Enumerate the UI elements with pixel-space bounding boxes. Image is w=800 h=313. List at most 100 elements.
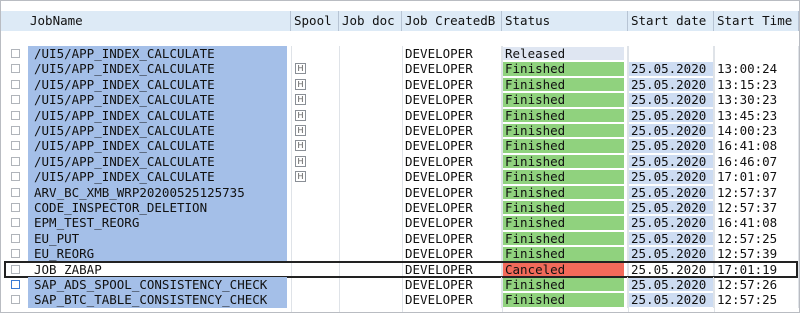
row-select-checkbox[interactable] xyxy=(11,187,20,197)
jobname-cell[interactable]: /UI5/APP_INDEX_CALCULATE xyxy=(34,77,215,93)
row-select-checkbox[interactable] xyxy=(11,49,20,58)
start-time-cell: 13:45:23 xyxy=(714,107,799,123)
row-select-checkbox[interactable] xyxy=(11,172,20,182)
jobname-cell[interactable]: /UI5/APP_INDEX_CALCULATE xyxy=(34,154,215,170)
table-row[interactable]: /UI5/APP_INDEX_CALCULATE H DEVELOPER Finish… xyxy=(1,123,799,139)
created-by-cell: DEVELOPER xyxy=(402,230,502,247)
spool-list-icon[interactable]: H xyxy=(295,94,306,106)
spool-list-icon[interactable]: H xyxy=(295,171,306,183)
start-date-cell: 25.05.2020 xyxy=(628,138,714,154)
table-row[interactable]: /UI5/APP_INDEX_CALCULATE DEVELOPER Release… xyxy=(1,46,799,62)
table-row[interactable]: /UI5/APP_INDEX_CALCULATE H DEVELOPER Finish… xyxy=(1,76,799,93)
column-header-start-time[interactable]: Start Time xyxy=(714,11,799,31)
start-time-cell: 12:57:39 xyxy=(714,246,799,262)
row-select-checkbox[interactable] xyxy=(11,233,20,243)
row-select-checkbox[interactable] xyxy=(11,64,20,74)
jobname-cell[interactable]: CODE_INSPECTOR_DELETION xyxy=(34,200,207,216)
row-select-checkbox[interactable] xyxy=(11,79,20,89)
column-header-start-date[interactable]: Start date xyxy=(628,11,714,31)
table-row[interactable]: EU_REORG DEVELOPER Finished 25.05.2020 12:57… xyxy=(1,246,799,262)
table-row[interactable]: SAP_BTC_TABLE_CONSISTENCY_CHECK DEVELOPER… xyxy=(1,292,799,308)
jobname-cell[interactable]: /UI5/APP_INDEX_CALCULATE xyxy=(34,123,215,139)
row-select-checkbox[interactable] xyxy=(11,156,20,166)
jobname-cell[interactable]: /UI5/APP_INDEX_CALCULATE xyxy=(34,46,215,62)
created-by-cell: DEVELOPER xyxy=(402,61,502,77)
start-date-cell: 25.05.2020 xyxy=(628,107,714,123)
row-select-checkbox[interactable] xyxy=(11,295,20,305)
job-overview-grid: JobName Spool Job doc Job CreatedB Statu… xyxy=(0,0,800,313)
table-row[interactable]: ARV_BC_XMB_WRP20200525125735 DEVELOPER Fin… xyxy=(1,184,799,201)
start-date-cell: 25.05.2020 xyxy=(628,200,714,216)
start-date-cell: 25.05.2020 xyxy=(628,76,714,93)
start-time-cell: 16:41:08 xyxy=(714,215,799,231)
jobname-cell[interactable]: ARV_BC_XMB_WRP20200525125735 xyxy=(34,185,245,201)
jobname-cell[interactable]: SAP_ADS_SPOOL_CONSISTENCY_CHECK xyxy=(34,277,267,293)
created-by-cell: DEVELOPER xyxy=(402,107,502,123)
row-select-checkbox[interactable] xyxy=(11,141,20,151)
status-cell: Finished xyxy=(502,246,628,262)
table-row[interactable]: SAP_ADS_SPOOL_CONSISTENCY_CHECK DEVELOPER… xyxy=(1,277,799,293)
row-select-checkbox[interactable] xyxy=(11,280,20,289)
row-select-checkbox[interactable] xyxy=(11,126,20,135)
created-by-cell: DEVELOPER xyxy=(402,153,502,170)
table-row[interactable]: /UI5/APP_INDEX_CALCULATE H DEVELOPER Finish… xyxy=(1,61,799,77)
status-cell: Finished xyxy=(502,138,628,154)
start-time-cell: 12:57:25 xyxy=(714,292,799,308)
table-row[interactable]: /UI5/APP_INDEX_CALCULATE H DEVELOPER Finish… xyxy=(1,169,799,185)
start-date-cell: 25.05.2020 xyxy=(628,169,714,185)
created-by-cell: DEVELOPER xyxy=(402,215,502,231)
column-header-spool[interactable]: Spool xyxy=(291,11,339,31)
spool-list-icon[interactable]: H xyxy=(295,155,306,167)
column-header-jobname[interactable]: JobName xyxy=(1,11,291,31)
jobname-cell[interactable]: EPM_TEST_REORG xyxy=(34,215,139,231)
row-select-checkbox[interactable] xyxy=(11,249,20,259)
row-select-checkbox[interactable] xyxy=(11,110,20,120)
column-header-row: JobName Spool Job doc Job CreatedB Statu… xyxy=(1,1,799,39)
created-by-cell: DEVELOPER xyxy=(402,46,502,62)
start-date-cell: 25.05.2020 xyxy=(628,230,714,247)
row-select-checkbox[interactable] xyxy=(11,95,20,105)
start-date-cell: 25.05.2020 xyxy=(628,215,714,231)
jobname-cell[interactable]: SAP_BTC_TABLE_CONSISTENCY_CHECK xyxy=(34,292,267,308)
table-row[interactable]: EU_PUT DEVELOPER Finished 25.05.2020 12:57:2… xyxy=(1,230,799,247)
table-row[interactable]: /UI5/APP_INDEX_CALCULATE H DEVELOPER Finish… xyxy=(1,153,799,170)
created-by-cell: DEVELOPER xyxy=(402,200,502,216)
start-time-cell: 12:57:37 xyxy=(714,184,799,200)
jobname-cell[interactable]: /UI5/APP_INDEX_CALCULATE xyxy=(34,92,215,108)
jobname-cell[interactable]: /UI5/APP_INDEX_CALCULATE xyxy=(34,169,215,185)
column-header-status[interactable]: Status xyxy=(502,11,628,31)
start-date-cell: 25.05.2020 xyxy=(628,92,714,108)
created-by-cell: DEVELOPER xyxy=(402,184,502,200)
spool-list-icon[interactable]: H xyxy=(295,78,306,90)
start-time-cell: 12:57:26 xyxy=(714,277,799,293)
jobname-cell[interactable]: /UI5/APP_INDEX_CALCULATE xyxy=(34,108,215,124)
column-header-created-by[interactable]: Job CreatedB xyxy=(402,11,502,31)
row-select-checkbox[interactable] xyxy=(11,218,20,228)
spool-list-icon[interactable]: H xyxy=(295,140,306,152)
status-cell: Finished xyxy=(502,61,628,77)
created-by-cell: DEVELOPER xyxy=(402,292,502,308)
jobname-cell[interactable]: EU_PUT xyxy=(34,231,79,247)
start-date-cell: 25.05.2020 xyxy=(628,277,714,293)
jobname-cell[interactable]: /UI5/APP_INDEX_CALCULATE xyxy=(34,138,215,154)
status-cell: Finished xyxy=(502,184,628,200)
created-by-cell: DEVELOPER xyxy=(402,277,502,293)
column-header-job-doc[interactable]: Job doc xyxy=(339,11,402,31)
spool-list-icon[interactable]: H xyxy=(295,63,306,75)
table-row[interactable]: /UI5/APP_INDEX_CALCULATE H DEVELOPER Finish… xyxy=(1,92,799,108)
table-row[interactable]: CODE_INSPECTOR_DELETION DEVELOPER Finished… xyxy=(1,200,799,216)
table-row[interactable]: EPM_TEST_REORG DEVELOPER Finished 25.05.202… xyxy=(1,215,799,231)
jobname-cell[interactable]: /UI5/APP_INDEX_CALCULATE xyxy=(34,61,215,77)
created-by-cell: DEVELOPER xyxy=(402,138,502,154)
created-by-cell: DEVELOPER xyxy=(402,246,502,262)
start-date-cell: 25.05.2020 xyxy=(628,123,714,139)
table-row[interactable]: /UI5/APP_INDEX_CALCULATE H DEVELOPER Finish… xyxy=(1,138,799,154)
spool-list-icon[interactable]: H xyxy=(295,125,306,136)
table-row[interactable]: JOB_ZABAP DEVELOPER Canceled 25.05.2020 17:0… xyxy=(1,260,799,278)
start-time-cell: 17:01:07 xyxy=(714,169,799,185)
table-row[interactable]: /UI5/APP_INDEX_CALCULATE H DEVELOPER Finish… xyxy=(1,107,799,124)
status-cell: Released xyxy=(502,46,628,62)
row-select-checkbox[interactable] xyxy=(11,203,20,212)
spool-list-icon[interactable]: H xyxy=(295,109,306,121)
start-time-cell: 12:57:37 xyxy=(714,200,799,216)
